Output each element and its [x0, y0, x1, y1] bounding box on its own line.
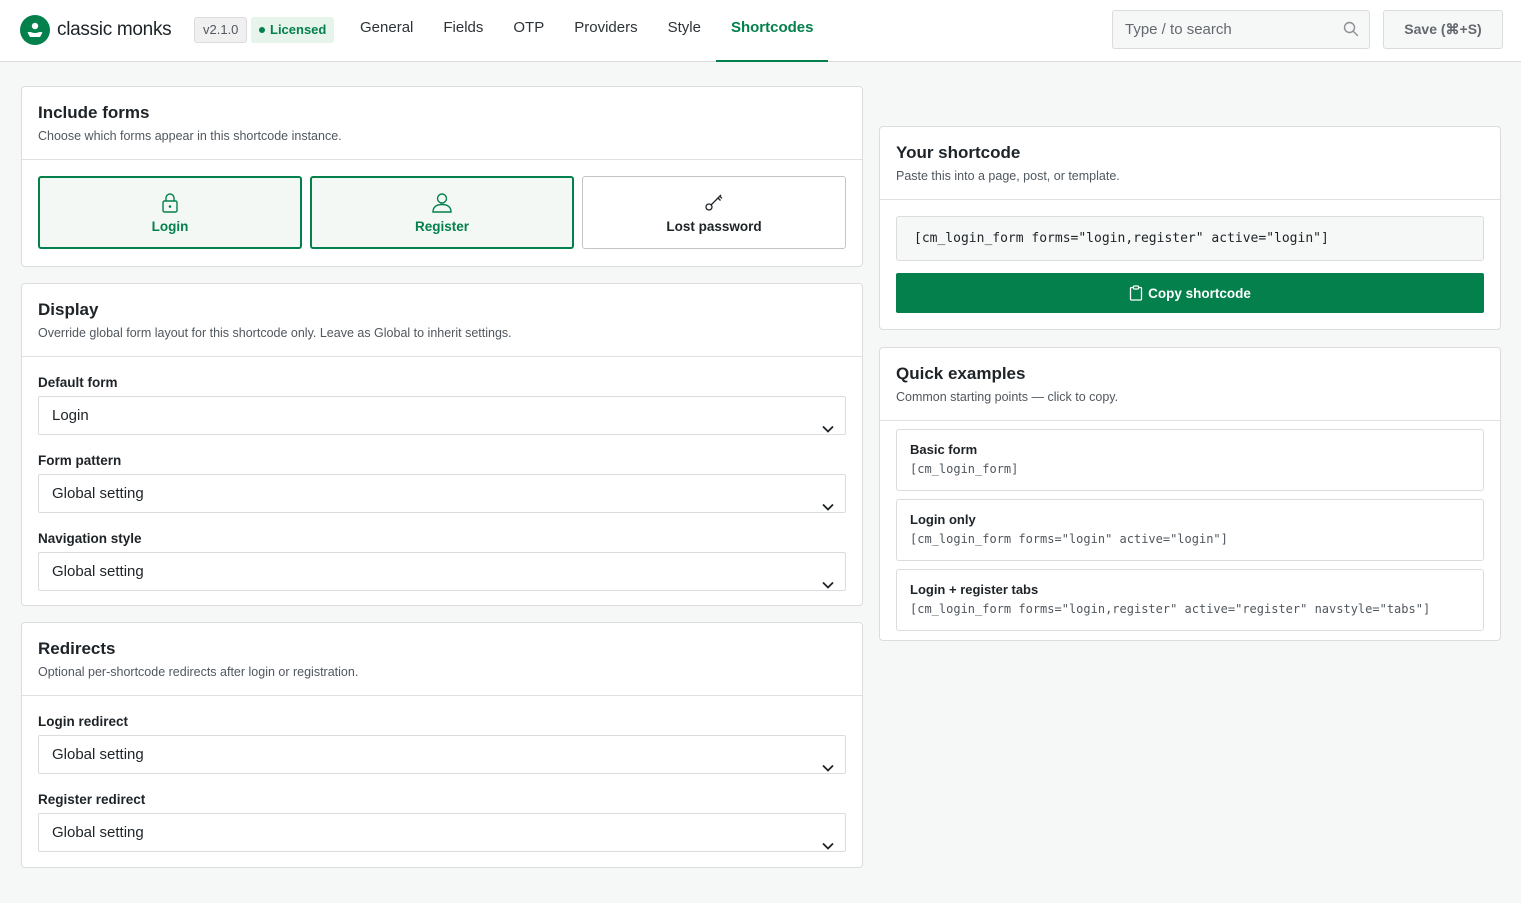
example-basic-form[interactable]: Basic form [cm_login_form] [896, 429, 1484, 491]
redirects-title: Redirects [38, 639, 116, 658]
example-code: [cm_login_form] [910, 462, 1019, 476]
include-forms-card: Include forms Choose which forms appear … [21, 86, 863, 267]
display-subtitle: Override global form layout for this sho… [38, 326, 512, 340]
quick-examples-subtitle: Common starting points — click to copy. [896, 390, 1119, 404]
tab-otp[interactable]: OTP [498, 0, 559, 62]
tab-fields[interactable]: Fields [428, 0, 498, 62]
search-input[interactable] [1113, 11, 1333, 48]
form-option-label: Register [414, 219, 470, 234]
lock-icon [161, 191, 179, 213]
display-card: Display Override global form layout for … [21, 283, 863, 606]
form-option-login[interactable]: Login [38, 176, 302, 249]
license-status: Licensed [270, 22, 327, 37]
brand-name: classic monks [57, 19, 172, 40]
quick-examples-title: Quick examples [896, 364, 1026, 383]
default-form-label: Default form [38, 375, 118, 390]
login-redirect-label: Login redirect [38, 714, 129, 729]
example-title: Login only [910, 512, 976, 527]
brand-logo[interactable]: classic monks [20, 15, 172, 45]
your-shortcode-title: Your shortcode [896, 143, 1021, 162]
navigation-style-field: Navigation style Global setting [22, 531, 862, 591]
example-title: Basic form [910, 442, 978, 457]
register-redirect-field: Register redirect Global setting [22, 792, 862, 852]
monk-logo-icon [20, 15, 50, 45]
register-redirect-select[interactable]: Global setting [38, 813, 846, 852]
register-redirect-label: Register redirect [38, 792, 146, 807]
form-pattern-select[interactable]: Global setting [38, 474, 846, 513]
key-icon [704, 191, 724, 213]
form-pattern-value: Global setting [52, 485, 144, 502]
navigation-style-value: Global setting [52, 563, 144, 580]
login-redirect-select[interactable]: Global setting [38, 735, 846, 774]
main-nav: General Fields OTP Providers Style Short… [345, 0, 829, 62]
include-forms-title: Include forms [38, 103, 150, 122]
tab-providers[interactable]: Providers [559, 0, 652, 62]
tab-general[interactable]: General [345, 0, 428, 62]
navigation-style-select[interactable]: Global setting [38, 552, 846, 591]
copy-shortcode-label: Copy shortcode [1148, 285, 1251, 301]
copy-shortcode-button[interactable]: Copy shortcode [896, 273, 1484, 313]
example-code: [cm_login_form forms="login" active="log… [910, 532, 1228, 546]
default-form-value: Login [52, 407, 89, 424]
register-redirect-value: Global setting [52, 824, 144, 841]
display-header: Display Override global form layout for … [22, 284, 862, 357]
top-bar: classic monks v2.1.0 Licensed General Fi… [0, 0, 1521, 62]
tab-shortcodes[interactable]: Shortcodes [715, 0, 829, 62]
save-button[interactable]: Save (⌘+S) [1383, 10, 1503, 49]
your-shortcode-subtitle: Paste this into a page, post, or templat… [896, 169, 1120, 183]
redirects-header: Redirects Optional per-shortcode redirec… [22, 623, 862, 696]
redirects-subtitle: Optional per-shortcode redirects after l… [38, 665, 359, 679]
form-pattern-field: Form pattern Global setting [22, 453, 862, 513]
version-badge: v2.1.0 [194, 17, 248, 43]
example-login-register-tabs[interactable]: Login + register tabs [cm_login_form for… [896, 569, 1484, 631]
form-options: Login Register Lost password [22, 160, 862, 265]
chevron-down-icon [822, 410, 834, 447]
example-code: [cm_login_form forms="login,register" ac… [910, 602, 1431, 616]
your-shortcode-header: Your shortcode Paste this into a page, p… [880, 127, 1500, 200]
login-redirect-value: Global setting [52, 746, 144, 763]
form-pattern-label: Form pattern [38, 453, 122, 468]
chevron-down-icon [822, 566, 834, 603]
form-option-register[interactable]: Register [310, 176, 574, 249]
status-dot-icon [259, 27, 265, 33]
form-option-lost-password[interactable]: Lost password [582, 176, 846, 249]
search-box [1112, 10, 1370, 49]
navigation-style-label: Navigation style [38, 531, 142, 546]
chevron-down-icon [822, 488, 834, 525]
login-redirect-field: Login redirect Global setting [22, 714, 862, 774]
example-login-only[interactable]: Login only [cm_login_form forms="login" … [896, 499, 1484, 561]
example-title: Login + register tabs [910, 582, 1039, 597]
default-form-select[interactable]: Login [38, 396, 846, 435]
form-option-label: Lost password [666, 219, 762, 234]
your-shortcode-card: Your shortcode Paste this into a page, p… [879, 126, 1501, 330]
license-badge: Licensed [251, 17, 335, 43]
form-option-label: Login [151, 219, 189, 234]
chevron-down-icon [822, 749, 834, 786]
user-icon [431, 191, 453, 213]
quick-examples-card: Quick examples Common starting points — … [879, 347, 1501, 641]
clipboard-icon [1129, 285, 1143, 301]
search-icon[interactable] [1343, 21, 1359, 42]
shortcode-output[interactable]: [cm_login_form forms="login,register" ac… [896, 216, 1484, 261]
tab-style[interactable]: Style [653, 0, 716, 62]
include-forms-header: Include forms Choose which forms appear … [22, 87, 862, 160]
include-forms-subtitle: Choose which forms appear in this shortc… [38, 129, 342, 143]
quick-examples-header: Quick examples Common starting points — … [880, 348, 1500, 421]
redirects-card: Redirects Optional per-shortcode redirec… [21, 622, 863, 868]
default-form-field: Default form Login [22, 375, 862, 435]
chevron-down-icon [822, 827, 834, 864]
display-title: Display [38, 300, 99, 319]
